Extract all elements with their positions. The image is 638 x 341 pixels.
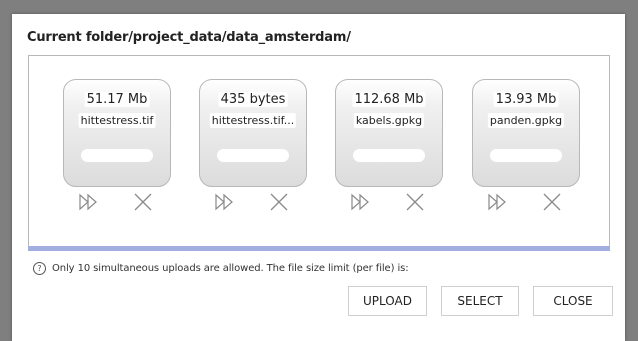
- file-name: hittestress.tif...: [209, 113, 297, 128]
- file-progress-bar: [490, 149, 562, 162]
- file-actions: [63, 192, 171, 212]
- file-card: 112.68 Mb kabels.gpkg: [335, 79, 443, 187]
- file-progress-bar: [217, 149, 289, 162]
- select-button[interactable]: SELECT: [441, 286, 519, 316]
- fast-forward-icon[interactable]: [487, 192, 507, 212]
- file-actions: [199, 192, 307, 212]
- file-size: 112.68 Mb: [352, 92, 426, 107]
- file-size: 13.93 Mb: [493, 92, 559, 107]
- file-name: kabels.gpkg: [353, 113, 425, 128]
- help-circle-icon: ?: [33, 261, 46, 275]
- upload-button[interactable]: UPLOAD: [348, 286, 427, 316]
- file-name: hittestress.tif: [78, 113, 156, 128]
- close-icon[interactable]: [133, 192, 153, 212]
- file-size: 435 bytes: [218, 92, 288, 107]
- file-actions: [335, 192, 443, 212]
- upload-progress-bar: [28, 246, 610, 251]
- file-card: 435 bytes hittestress.tif...: [199, 79, 307, 187]
- fast-forward-icon[interactable]: [350, 192, 370, 212]
- close-icon[interactable]: [542, 192, 562, 212]
- close-button[interactable]: CLOSE: [533, 286, 613, 316]
- upload-limit-text: Only 10 simultaneous uploads are allowed…: [52, 262, 409, 274]
- upload-limit-info: ? Only 10 simultaneous uploads are allow…: [33, 261, 409, 275]
- file-progress-bar: [81, 149, 153, 162]
- fast-forward-icon[interactable]: [78, 192, 98, 212]
- file-size: 51.17 Mb: [84, 92, 150, 107]
- file-card: 13.93 Mb panden.gpkg: [472, 79, 580, 187]
- file-drop-area[interactable]: 51.17 Mb hittestress.tif 435 bytes hitte…: [28, 55, 610, 251]
- fast-forward-icon[interactable]: [214, 192, 234, 212]
- dialog-title: Current folder/project_data/data_amsterd…: [27, 30, 351, 45]
- file-name: panden.gpkg: [487, 113, 565, 128]
- file-card: 51.17 Mb hittestress.tif: [63, 79, 171, 187]
- upload-dialog: Current folder/project_data/data_amsterd…: [12, 14, 625, 341]
- file-actions: [472, 192, 580, 212]
- file-progress-bar: [353, 149, 425, 162]
- close-icon[interactable]: [269, 192, 289, 212]
- close-icon[interactable]: [405, 192, 425, 212]
